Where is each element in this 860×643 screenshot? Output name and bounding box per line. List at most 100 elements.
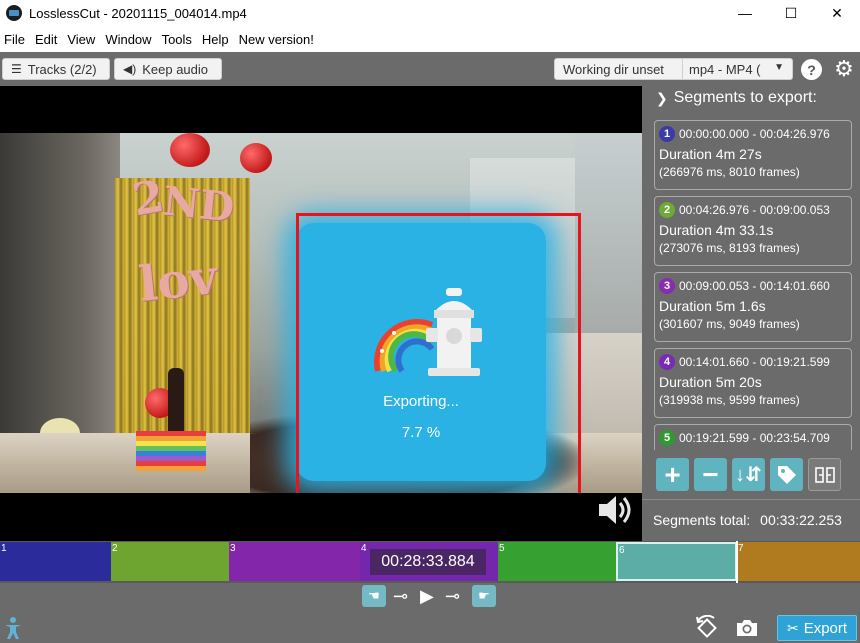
timeline-segment[interactable]: 2 [111, 542, 229, 581]
toolbar: ☰ Tracks (2/2) ◀) Keep audio Working dir… [0, 52, 860, 86]
segment-range: 00:09:00.053 - 00:14:01.660 [679, 279, 830, 293]
video-frame: 2 ND lov Exporting... 7.7 % [0, 133, 642, 493]
window-controls: — ☐ ✕ [722, 0, 860, 26]
add-segment-button[interactable]: + [656, 458, 689, 491]
segment-duration: Duration 4m 33.1s [659, 222, 774, 238]
timeline-segment[interactable]: 5 [498, 542, 616, 581]
menu-bar: File Edit View Window Tools Help New ver… [0, 26, 860, 52]
format-label: mp4 - MP4 ( [689, 61, 761, 77]
menu-tools[interactable]: Tools [160, 32, 198, 47]
segment-duration: Duration 5m 1.6s [659, 298, 766, 314]
segment-meta: (266976 ms, 8010 frames) [659, 165, 800, 179]
play-icon[interactable]: ▶ [420, 584, 434, 608]
segments-title[interactable]: ❯ Segments to export: [656, 89, 817, 107]
segment-card[interactable]: 4 00:14:01.660 - 00:19:21.599 Duration 5… [654, 348, 852, 418]
timeline-segment-number: 5 [499, 543, 505, 554]
playhead[interactable] [736, 541, 738, 583]
timeline[interactable]: 1 2 3 4 5 6 7 00:28:33.884 [0, 541, 860, 583]
chevron-right-icon: ❯ [656, 89, 668, 106]
hand-left-icon: ☚ [368, 588, 380, 603]
working-dir-label: Working dir unset [563, 61, 664, 77]
sort-icon: ↓⇵ [735, 464, 762, 486]
segment-range: 00:00:00.000 - 00:04:26.976 [679, 127, 830, 141]
gear-icon[interactable]: ⚙ [832, 57, 856, 81]
timeline-segment[interactable]: 1 [0, 542, 111, 581]
keep-audio-label: Keep audio [142, 61, 209, 77]
segment-number: 5 [659, 430, 675, 446]
split-icon [814, 466, 835, 483]
current-time[interactable]: 00:28:33.884 [370, 549, 486, 575]
tracks-label: Tracks (2/2) [27, 61, 97, 77]
video-balloon [240, 143, 272, 173]
video-balloon-letters: 2 ND lov [128, 170, 237, 313]
title-bar: LosslessCut - 20201115_004014.mp4 — ☐ ✕ [0, 0, 860, 26]
segment-actions: + − ↓⇵ [656, 458, 846, 492]
segment-number: 2 [659, 202, 675, 218]
working-dir-button[interactable]: Working dir unset [554, 58, 683, 80]
segments-total-label: Segments total: [653, 512, 751, 528]
video-player[interactable]: 2 ND lov Exporting... 7.7 % [0, 86, 642, 541]
key-left-icon[interactable]: ⊸ [393, 584, 408, 608]
tracks-button[interactable]: ☰ Tracks (2/2) [2, 58, 110, 80]
highlight-frame [296, 213, 581, 493]
split-segment-button[interactable] [808, 458, 841, 491]
menu-help[interactable]: Help [200, 32, 235, 47]
timeline-segment-number: 1 [1, 543, 7, 554]
minimize-button[interactable]: — [722, 0, 768, 26]
export-label: Export [803, 619, 848, 637]
segment-range: 00:19:21.599 - 00:23:54.709 [679, 431, 830, 445]
segments-total-value: 00:33:22.253 [760, 512, 842, 528]
menu-edit[interactable]: Edit [33, 32, 63, 47]
timeline-segment[interactable]: 3 [229, 542, 360, 581]
segment-card[interactable]: 2 00:04:26.976 - 00:09:00.053 Duration 4… [654, 196, 852, 266]
timeline-segment[interactable]: 7 [737, 542, 860, 581]
menu-window[interactable]: Window [103, 32, 157, 47]
menu-new-version[interactable]: New version! [237, 32, 320, 47]
tag-icon [777, 465, 796, 484]
chevron-down-icon: ▼ [774, 62, 784, 73]
segment-duration: Duration 5m 20s [659, 374, 762, 390]
segment-list[interactable]: 1 00:00:00.000 - 00:04:26.976 Duration 4… [654, 120, 852, 450]
volume-icon[interactable] [596, 490, 634, 530]
timeline-segment-selected[interactable]: 6 [616, 542, 737, 581]
segments-total: Segments total: 00:33:22.253 [653, 512, 842, 528]
list-icon: ☰ [11, 62, 22, 76]
menu-file[interactable]: File [2, 32, 31, 47]
set-cut-end-button[interactable]: ☛ [472, 585, 496, 607]
segment-number: 3 [659, 278, 675, 294]
segment-meta: (273076 ms, 8193 frames) [659, 241, 800, 255]
segment-card[interactable]: 5 00:19:21.599 - 00:23:54.709 [654, 424, 852, 450]
set-cut-start-button[interactable]: ☚ [362, 585, 386, 607]
maximize-button[interactable]: ☐ [768, 0, 814, 26]
segment-number: 1 [659, 126, 675, 142]
menu-view[interactable]: View [65, 32, 101, 47]
accessibility-icon[interactable] [4, 616, 22, 640]
segment-card[interactable]: 1 00:00:00.000 - 00:04:26.976 Duration 4… [654, 120, 852, 190]
keep-audio-button[interactable]: ◀) Keep audio [114, 58, 222, 80]
segment-card[interactable]: 3 00:09:00.053 - 00:14:01.660 Duration 5… [654, 272, 852, 342]
segment-range: 00:14:01.660 - 00:19:21.599 [679, 355, 830, 369]
hand-right-icon: ☛ [478, 588, 490, 603]
tag-segment-button[interactable] [770, 458, 803, 491]
sort-segments-button[interactable]: ↓⇵ [732, 458, 765, 491]
segment-duration: Duration 4m 27s [659, 146, 762, 162]
export-button[interactable]: ✂ Export [777, 615, 857, 641]
remove-segment-button[interactable]: − [694, 458, 727, 491]
segment-meta: (301607 ms, 9049 frames) [659, 317, 800, 331]
video-cake [136, 431, 206, 471]
help-button[interactable]: ? [801, 59, 822, 80]
speaker-icon: ◀) [123, 62, 137, 76]
timeline-segment-number: 3 [230, 543, 236, 554]
close-button[interactable]: ✕ [814, 0, 860, 26]
segment-meta: (319938 ms, 9599 frames) [659, 393, 800, 407]
scissors-icon: ✂ [786, 619, 799, 636]
rotate-icon[interactable] [694, 615, 720, 641]
camera-icon[interactable] [735, 618, 759, 638]
bottom-bar: ✂ Export [0, 611, 860, 643]
key-right-icon[interactable]: ⊸ [445, 584, 460, 608]
segment-number: 4 [659, 354, 675, 370]
app-icon [6, 5, 22, 21]
format-select[interactable]: mp4 - MP4 ( ▼ [683, 58, 793, 80]
segment-range: 00:04:26.976 - 00:09:00.053 [679, 203, 830, 217]
playback-controls: ☚ ⊸ ▶ ⊸ ☛ [0, 583, 860, 611]
